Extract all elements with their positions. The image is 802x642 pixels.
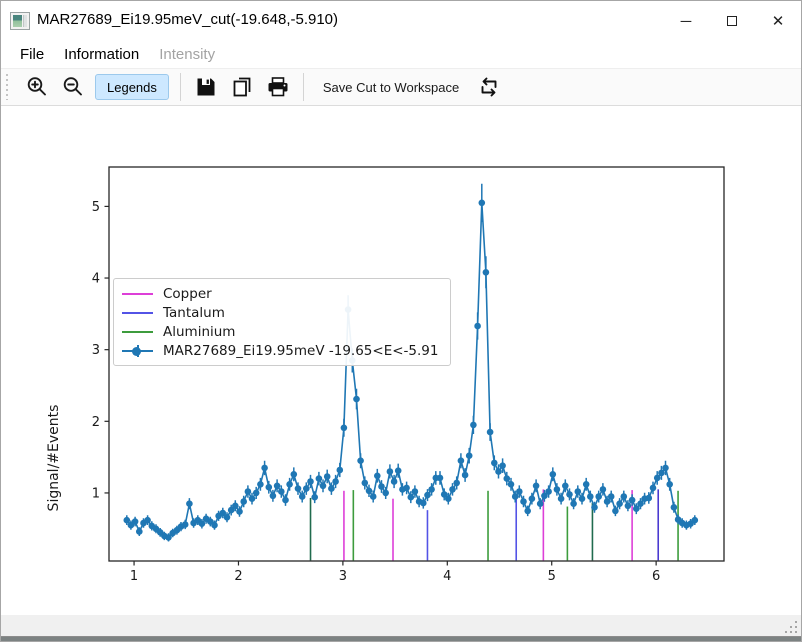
copy-figure-button[interactable] xyxy=(227,72,257,102)
bragg-peak-lines xyxy=(311,489,679,560)
mslice-cut-plot-window: MAR27689_Ei19.95meV_cut(-19.648,-5.910) … xyxy=(0,0,802,642)
title-bar[interactable]: MAR27689_Ei19.95meV_cut(-19.648,-5.910) … xyxy=(1,1,801,41)
menu-information[interactable]: Information xyxy=(54,43,149,67)
svg-text:3: 3 xyxy=(92,343,100,358)
svg-text:6: 6 xyxy=(652,569,660,584)
loop-arrows-icon xyxy=(477,75,501,99)
toolbar: Legends Save Cut to Workspa xyxy=(1,68,801,106)
svg-text:5: 5 xyxy=(548,569,556,584)
window-controls: ─ ✕ xyxy=(663,1,801,41)
copy-pages-icon xyxy=(230,75,254,99)
toolbar-separator xyxy=(303,73,304,101)
flip-axes-button[interactable] xyxy=(474,72,504,102)
menu-intensity[interactable]: Intensity xyxy=(149,43,225,67)
maximize-icon xyxy=(727,16,737,26)
zoom-out-button[interactable] xyxy=(58,72,88,102)
save-figure-button[interactable] xyxy=(191,72,221,102)
window-title: MAR27689_Ei19.95meV_cut(-19.648,-5.910) xyxy=(37,11,338,28)
close-icon: ✕ xyxy=(772,12,785,30)
minimize-icon: ─ xyxy=(681,13,692,30)
resize-grip[interactable] xyxy=(783,619,797,633)
minimize-button[interactable]: ─ xyxy=(663,1,709,41)
tantalum-line-sample xyxy=(122,306,153,320)
close-button[interactable]: ✕ xyxy=(755,1,801,41)
toolbar-separator xyxy=(180,73,181,101)
zoom-out-magnifier-icon xyxy=(61,75,85,99)
status-bar xyxy=(1,615,801,636)
toolbar-drag-handle[interactable] xyxy=(5,74,9,100)
print-figure-button[interactable] xyxy=(263,72,293,102)
save-cut-to-workspace-button[interactable]: Save Cut to Workspace xyxy=(313,72,469,102)
y-axis-label: Signal/#Events xyxy=(46,358,62,558)
maximize-button[interactable] xyxy=(709,1,755,41)
legend-entry-copper: Copper xyxy=(122,284,442,303)
svg-text:2: 2 xyxy=(92,415,100,430)
zoom-in-button[interactable] xyxy=(22,72,52,102)
svg-text:1: 1 xyxy=(130,569,138,584)
legends-toggle-button[interactable]: Legends xyxy=(95,74,169,100)
plot-legend[interactable]: Copper Tantalum Aluminium MAR27689_Ei19.… xyxy=(113,278,451,366)
legend-entry-cut-series: MAR27689_Ei19.95meV -19.65<E<-5.91 xyxy=(122,342,442,361)
svg-text:3: 3 xyxy=(339,569,347,584)
floppy-save-icon xyxy=(194,75,218,99)
window-bottom-edge xyxy=(1,636,801,642)
menu-file[interactable]: File xyxy=(10,43,54,67)
svg-text:2: 2 xyxy=(234,569,242,584)
printer-icon xyxy=(266,75,290,99)
plot-region: 12345612345 Signal/#Events |Q| (Å⁻¹) Cop… xyxy=(1,106,802,615)
legend-entry-aluminium: Aluminium xyxy=(122,323,442,342)
svg-text:4: 4 xyxy=(443,569,451,584)
copper-line-sample xyxy=(122,287,153,301)
legend-entry-tantalum: Tantalum xyxy=(122,303,442,322)
svg-text:1: 1 xyxy=(92,486,100,501)
cut-series-errorbar-sample xyxy=(122,344,153,358)
aluminium-line-sample xyxy=(122,325,153,339)
plot-window-icon xyxy=(10,12,30,30)
zoom-in-magnifier-icon xyxy=(25,75,49,99)
menu-bar: File Information Intensity xyxy=(1,41,801,68)
svg-text:4: 4 xyxy=(92,272,100,287)
svg-text:5: 5 xyxy=(92,200,100,215)
